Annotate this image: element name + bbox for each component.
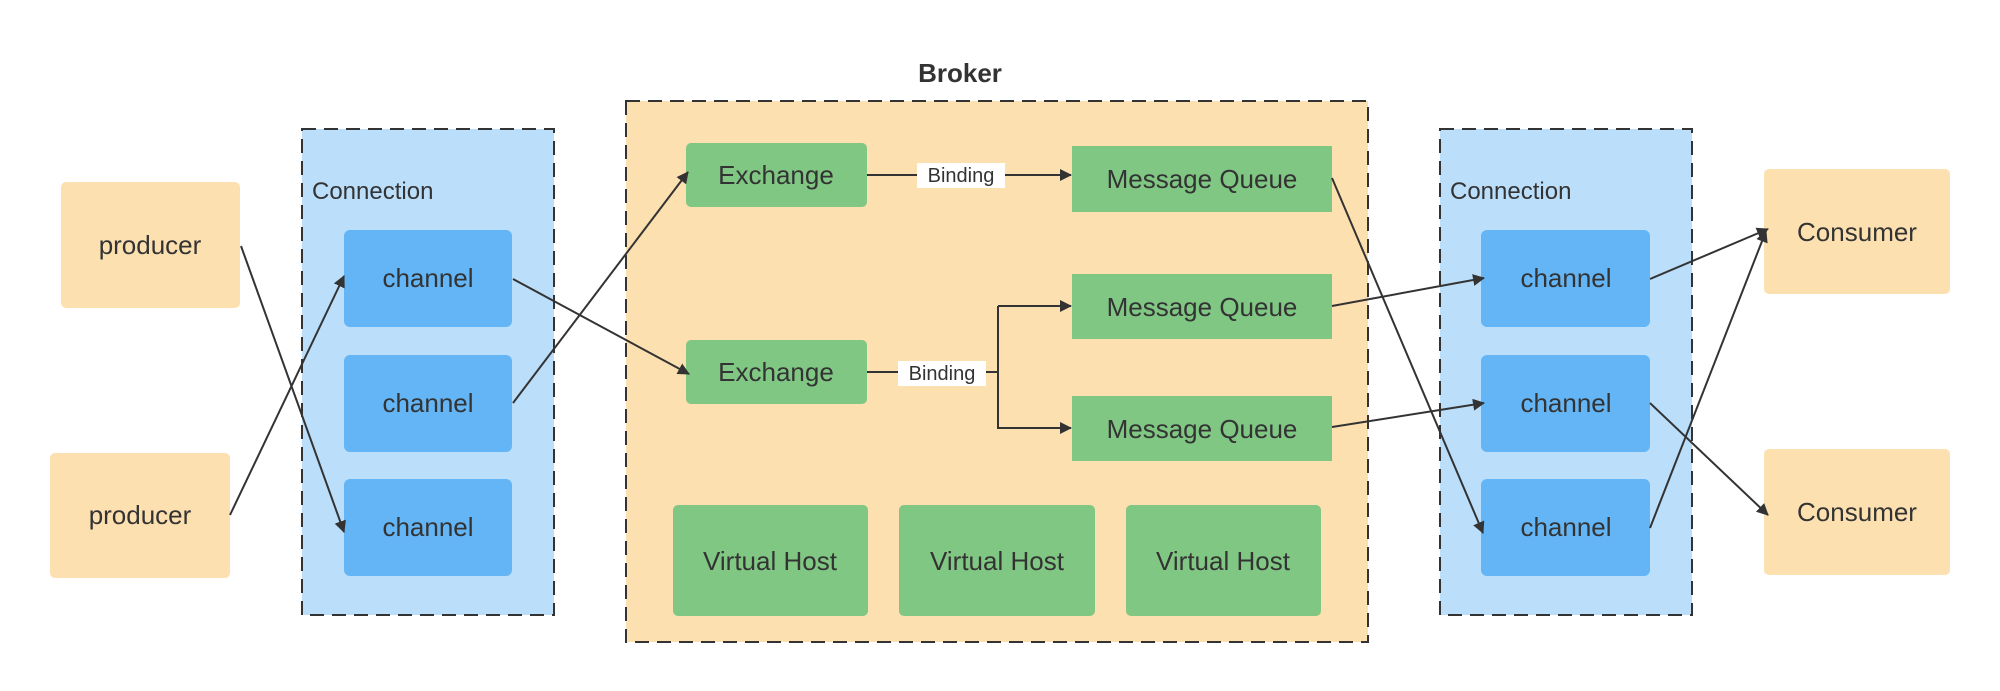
broker-title: Broker [918, 58, 1002, 88]
virtual-host-label-1: Virtual Host [703, 546, 838, 576]
rabbitmq-architecture-diagram: producer producer Connection channel cha… [50, 58, 1950, 643]
consumer-label-2: Consumer [1797, 497, 1917, 527]
binding-label-2: Binding [909, 363, 976, 385]
virtual-host-label-3: Virtual Host [1156, 546, 1291, 576]
message-queue-label-1: Message Queue [1107, 164, 1298, 194]
right-channel-label-3: channel [1520, 512, 1611, 542]
right-channel-label-2: channel [1520, 388, 1611, 418]
left-channel-label-2: channel [382, 388, 473, 418]
exchange-label-2: Exchange [718, 357, 834, 387]
exchange-label-1: Exchange [718, 160, 834, 190]
left-channel-label-3: channel [382, 512, 473, 542]
binding-label-1: Binding [928, 165, 995, 187]
right-connection-label: Connection [1450, 178, 1571, 205]
virtual-host-label-2: Virtual Host [930, 546, 1065, 576]
left-channel-label-1: channel [382, 263, 473, 293]
consumer-label-1: Consumer [1797, 217, 1917, 247]
producer-label-1: producer [99, 230, 202, 260]
left-connection-label: Connection [312, 178, 433, 205]
right-channel-label-1: channel [1520, 263, 1611, 293]
message-queue-label-2: Message Queue [1107, 292, 1298, 322]
message-queue-label-3: Message Queue [1107, 414, 1298, 444]
producer-label-2: producer [89, 500, 192, 530]
